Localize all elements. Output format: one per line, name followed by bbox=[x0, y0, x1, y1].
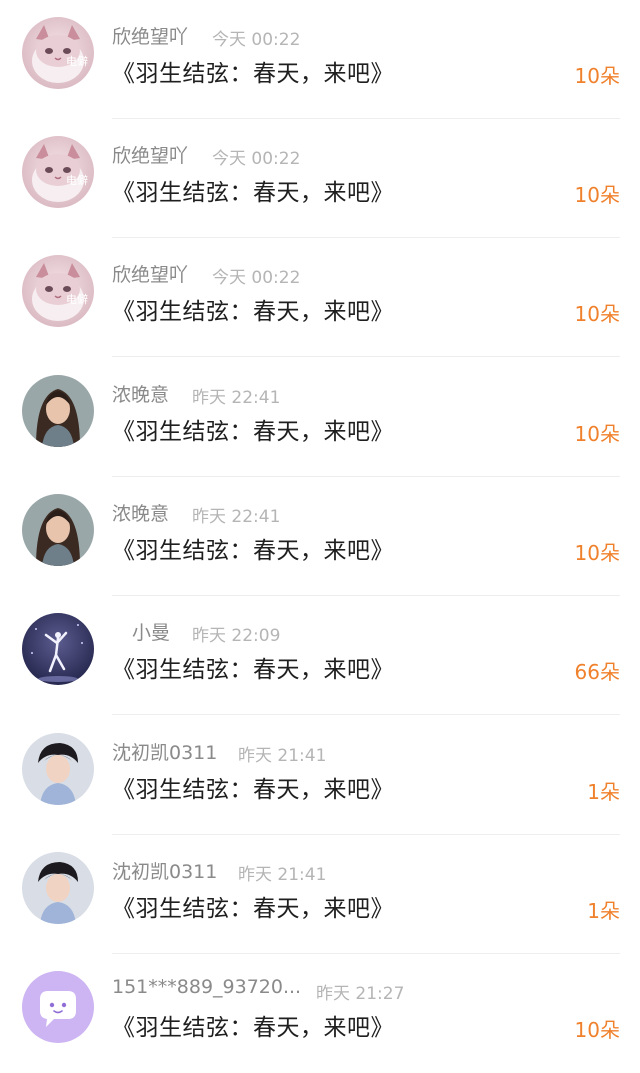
list-item[interactable]: 沈初凯0311 昨天 21:41 《羽生结弦：春天，来吧》 1朵 bbox=[0, 716, 640, 835]
timestamp: 今天 00:22 bbox=[212, 149, 301, 169]
avatar[interactable]: 电僻 bbox=[22, 136, 94, 208]
user-name[interactable]: 浓晚意 bbox=[112, 499, 169, 526]
list-item[interactable]: 小曼 昨天 22:09 《羽生结弦：春天，来吧》 66朵 bbox=[0, 596, 640, 715]
flower-count: 1朵 bbox=[587, 899, 620, 923]
gift-title: 《羽生结弦：春天，来吧》 bbox=[112, 419, 394, 445]
flower-count: 1朵 bbox=[587, 780, 620, 804]
flower-count: 66朵 bbox=[574, 660, 620, 684]
gift-title: 《羽生结弦：春天，来吧》 bbox=[112, 180, 394, 206]
flower-count: 10朵 bbox=[574, 1018, 620, 1042]
list-item[interactable]: 浓晚意 昨天 22:41 《羽生结弦：春天，来吧》 10朵 bbox=[0, 477, 640, 596]
timestamp: 今天 00:22 bbox=[212, 268, 301, 288]
user-name[interactable]: 欣绝望吖 bbox=[112, 141, 188, 168]
flower-count: 10朵 bbox=[574, 64, 620, 88]
man-portrait-icon bbox=[22, 852, 94, 924]
list-item[interactable]: 电僻 欣绝望吖 今天 00:22 《羽生结弦：春天，来吧》 10朵 bbox=[0, 238, 640, 357]
user-name[interactable]: 151***889_93720... bbox=[112, 976, 301, 998]
gift-title: 《羽生结弦：春天，来吧》 bbox=[112, 1015, 394, 1041]
timestamp: 昨天 21:27 bbox=[316, 984, 405, 1004]
gift-title: 《羽生结弦：春天，来吧》 bbox=[112, 777, 394, 803]
skater-icon bbox=[22, 613, 94, 685]
timestamp: 昨天 21:41 bbox=[238, 746, 327, 766]
flower-count: 10朵 bbox=[574, 541, 620, 565]
timestamp: 昨天 22:41 bbox=[192, 507, 281, 527]
gift-title: 《羽生结弦：春天，来吧》 bbox=[112, 538, 394, 564]
timestamp: 今天 00:22 bbox=[212, 30, 301, 50]
avatar[interactable] bbox=[22, 852, 94, 924]
gift-title: 《羽生结弦：春天，来吧》 bbox=[112, 657, 394, 683]
user-name[interactable]: 小曼 bbox=[132, 618, 170, 645]
woman-portrait-icon bbox=[22, 494, 94, 566]
gift-title: 《羽生结弦：春天，来吧》 bbox=[112, 896, 394, 922]
avatar[interactable] bbox=[22, 375, 94, 447]
list-item[interactable]: 电僻 欣绝望吖 今天 00:22 《羽生结弦：春天，来吧》 10朵 bbox=[0, 0, 640, 119]
timestamp: 昨天 22:41 bbox=[192, 388, 281, 408]
user-name[interactable]: 沈初凯0311 bbox=[112, 738, 217, 765]
timestamp: 昨天 22:09 bbox=[192, 626, 281, 646]
flower-count: 10朵 bbox=[574, 302, 620, 326]
list-item[interactable]: 沈初凯0311 昨天 21:41 《羽生结弦：春天，来吧》 1朵 bbox=[0, 835, 640, 954]
avatar[interactable]: 电僻 bbox=[22, 17, 94, 89]
avatar[interactable] bbox=[22, 613, 94, 685]
avatar-tag: 电僻 bbox=[66, 174, 88, 187]
woman-portrait-icon bbox=[22, 375, 94, 447]
flower-count: 10朵 bbox=[574, 183, 620, 207]
avatar[interactable]: 电僻 bbox=[22, 255, 94, 327]
divider bbox=[112, 714, 620, 715]
user-name[interactable]: 欣绝望吖 bbox=[112, 22, 188, 49]
list-item[interactable]: 浓晚意 昨天 22:41 《羽生结弦：春天，来吧》 10朵 bbox=[0, 358, 640, 477]
list-item[interactable]: 151***889_93720... 昨天 21:27 《羽生结弦：春天，来吧》 10… bbox=[0, 954, 640, 1073]
user-name[interactable]: 沈初凯0311 bbox=[112, 857, 217, 884]
timestamp: 昨天 21:41 bbox=[238, 865, 327, 885]
user-name[interactable]: 浓晚意 bbox=[112, 380, 169, 407]
gift-title: 《羽生结弦：春天，来吧》 bbox=[112, 299, 394, 325]
man-portrait-icon bbox=[22, 733, 94, 805]
chat-bubble-icon bbox=[22, 971, 94, 1043]
avatar[interactable] bbox=[22, 733, 94, 805]
user-name[interactable]: 欣绝望吖 bbox=[112, 260, 188, 287]
avatar-tag: 电僻 bbox=[66, 55, 88, 68]
gift-list: 电僻 欣绝望吖 今天 00:22 《羽生结弦：春天，来吧》 10朵 电僻 欣绝望吖 今天 00… bbox=[0, 0, 640, 1059]
avatar[interactable] bbox=[22, 971, 94, 1043]
list-item[interactable]: 电僻 欣绝望吖 今天 00:22 《羽生结弦：春天，来吧》 10朵 bbox=[0, 119, 640, 238]
avatar[interactable] bbox=[22, 494, 94, 566]
divider bbox=[112, 356, 620, 357]
flower-count: 10朵 bbox=[574, 422, 620, 446]
avatar-tag: 电僻 bbox=[66, 293, 88, 306]
gift-title: 《羽生结弦：春天，来吧》 bbox=[112, 61, 394, 87]
